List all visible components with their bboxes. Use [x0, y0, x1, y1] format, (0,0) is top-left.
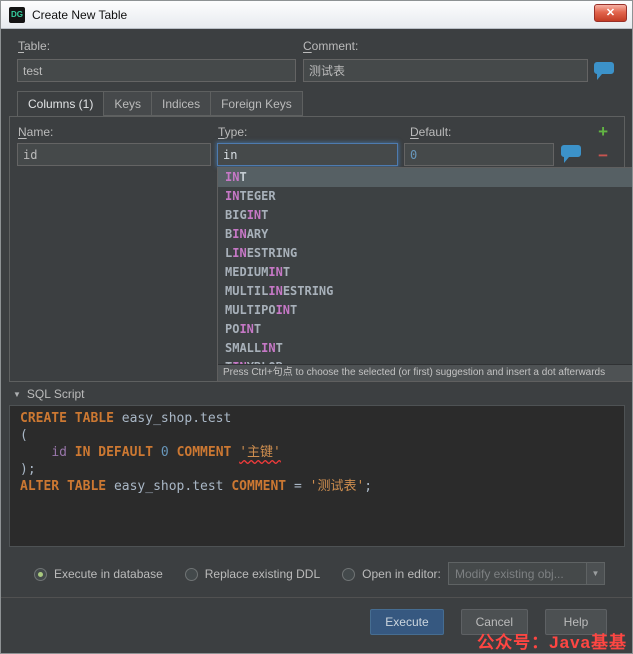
- combo-dropdown-icon: ▼: [586, 563, 604, 584]
- radio-label: Open in editor:: [362, 567, 441, 581]
- autocomplete-item-multilinestring[interactable]: MULTILINESTRING: [218, 282, 632, 301]
- autocomplete-list: INT INTEGER BIGINT BINARY LINESTRING MEDIUMIN…: [218, 168, 632, 364]
- sql-line: (: [20, 428, 28, 443]
- radio-icon: [34, 567, 47, 581]
- radio-label: Replace existing DDL: [204, 567, 321, 581]
- default-comment-bubble-icon[interactable]: [561, 145, 581, 163]
- tab-indices[interactable]: Indices: [152, 91, 212, 116]
- autocomplete-item-int[interactable]: INT: [218, 168, 632, 187]
- autocomplete-item-linestring[interactable]: LINESTRING: [218, 244, 632, 263]
- tab-columns-1[interactable]: Columns (1): [17, 91, 105, 117]
- execute-button[interactable]: Execute: [370, 609, 444, 635]
- autocomplete-hint: Press Ctrl+句点 to choose the selected (or…: [218, 364, 632, 381]
- autocomplete-item-point[interactable]: POINT: [218, 320, 632, 339]
- footer-separator: [1, 597, 632, 598]
- autocomplete-item-binary[interactable]: BINARY: [218, 225, 632, 244]
- close-button[interactable]: ✕: [594, 4, 627, 22]
- window-title: Create New Table: [32, 7, 128, 22]
- table-label: Table:: [18, 39, 51, 53]
- autocomplete-item-smallint[interactable]: SMALLINT: [218, 339, 632, 358]
- sql-line: CREATE TABLE easy_shop.test: [20, 411, 232, 426]
- sql-editor[interactable]: CREATE TABLE easy_shop.test ( id IN DEFAU…: [9, 405, 625, 547]
- create-new-table-dialog: DG Create New Table ✕ Table: Comment: Co…: [0, 0, 633, 654]
- tab-foreign-keys[interactable]: Foreign Keys: [211, 91, 303, 116]
- autocomplete-popup: INT INTEGER BIGINT BINARY LINESTRING MEDIUMIN…: [217, 167, 632, 382]
- sql-script-title: SQL Script: [26, 387, 85, 401]
- radio-icon: [342, 567, 356, 581]
- tab-bar: Columns (1) Keys Indices Foreign Keys: [17, 91, 303, 117]
- sql-script-header[interactable]: ▼ SQL Script: [13, 387, 85, 401]
- combo-value: Modify existing obj...: [455, 567, 564, 581]
- sql-line: id IN DEFAULT 0 COMMENT '主键': [51, 445, 281, 460]
- autocomplete-item-mediumint[interactable]: MEDIUMINT: [218, 263, 632, 282]
- default-label: Default:: [410, 125, 452, 139]
- autocomplete-item-bigint[interactable]: BIGINT: [218, 206, 632, 225]
- column-default-input[interactable]: [404, 143, 554, 166]
- radio-label: Execute in database: [54, 567, 163, 581]
- comment-bubble-icon[interactable]: [594, 62, 614, 80]
- watermark-text: 公众号：Java基基: [477, 633, 627, 652]
- radio-replace-existing-ddl[interactable]: Replace existing DDL: [184, 567, 321, 581]
- execution-options: Execute in database Replace existing DDL O…: [34, 563, 441, 585]
- sql-line: );: [20, 462, 36, 477]
- autocomplete-item-multipoint[interactable]: MULTIPOINT: [218, 301, 632, 320]
- column-type-input[interactable]: [217, 143, 398, 166]
- radio-open-in-editor[interactable]: Open in editor:: [342, 567, 441, 581]
- tab-keys[interactable]: Keys: [104, 91, 153, 116]
- sql-line: ALTER TABLE easy_shop.test COMMENT = '测试…: [20, 479, 373, 494]
- table-name-input[interactable]: [17, 59, 296, 82]
- collapse-arrow-icon[interactable]: ▼: [13, 390, 21, 399]
- table-comment-input[interactable]: [303, 59, 588, 82]
- column-name-input[interactable]: [17, 143, 211, 166]
- remove-column-icon[interactable]: −: [598, 147, 608, 164]
- datagrip-icon: DG: [9, 6, 25, 23]
- type-label: Type:: [218, 125, 248, 139]
- radio-icon: [184, 567, 198, 581]
- comment-label: Comment:: [303, 39, 359, 53]
- title-bar[interactable]: DG Create New Table ✕: [1, 1, 632, 29]
- radio-execute-in-database[interactable]: Execute in database: [34, 567, 163, 581]
- name-label: Name:: [18, 125, 54, 139]
- open-in-editor-combo[interactable]: Modify existing obj... ▼: [448, 562, 605, 585]
- autocomplete-item-integer[interactable]: INTEGER: [218, 187, 632, 206]
- add-column-icon[interactable]: +: [598, 123, 608, 140]
